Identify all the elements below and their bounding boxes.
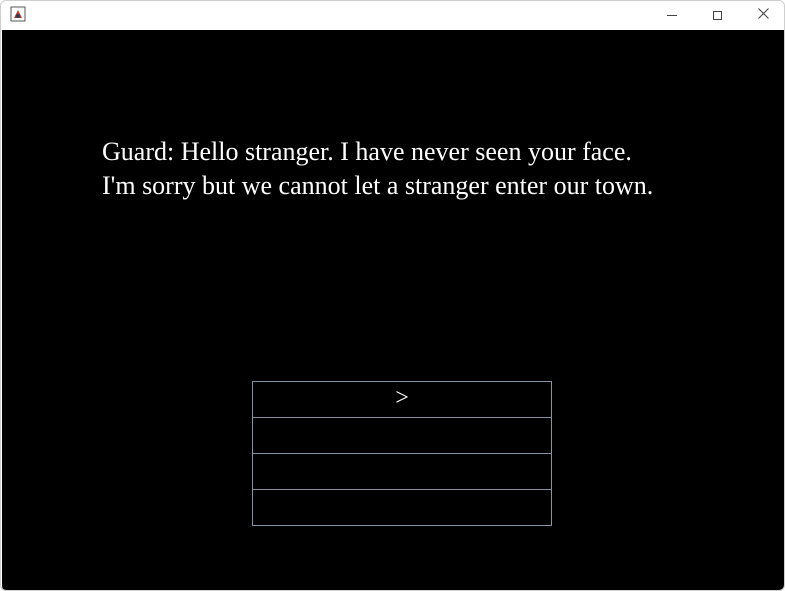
game-canvas: Guard: Hello stranger. I have never seen…	[2, 30, 784, 590]
choice-button-3[interactable]	[252, 453, 552, 490]
dialogue-line-1: Guard: Hello stranger. I have never seen…	[102, 137, 632, 166]
choice-menu: >	[252, 381, 552, 526]
dialogue-line-2: I'm sorry but we cannot let a stranger e…	[102, 171, 654, 200]
minimize-icon	[667, 14, 677, 16]
maximize-button[interactable]	[694, 1, 740, 29]
java-app-icon	[10, 6, 26, 22]
title-bar[interactable]	[1, 1, 784, 29]
close-icon	[757, 6, 769, 24]
dialogue-text: Guard: Hello stranger. I have never seen…	[102, 135, 752, 203]
minimize-button[interactable]	[649, 1, 695, 29]
close-button[interactable]	[740, 1, 784, 29]
game-window: Guard: Hello stranger. I have never seen…	[0, 0, 785, 591]
choice-button-2[interactable]	[252, 417, 552, 454]
choice-button-1[interactable]: >	[252, 381, 552, 418]
choice-button-4[interactable]	[252, 489, 552, 526]
maximize-icon	[712, 10, 722, 20]
